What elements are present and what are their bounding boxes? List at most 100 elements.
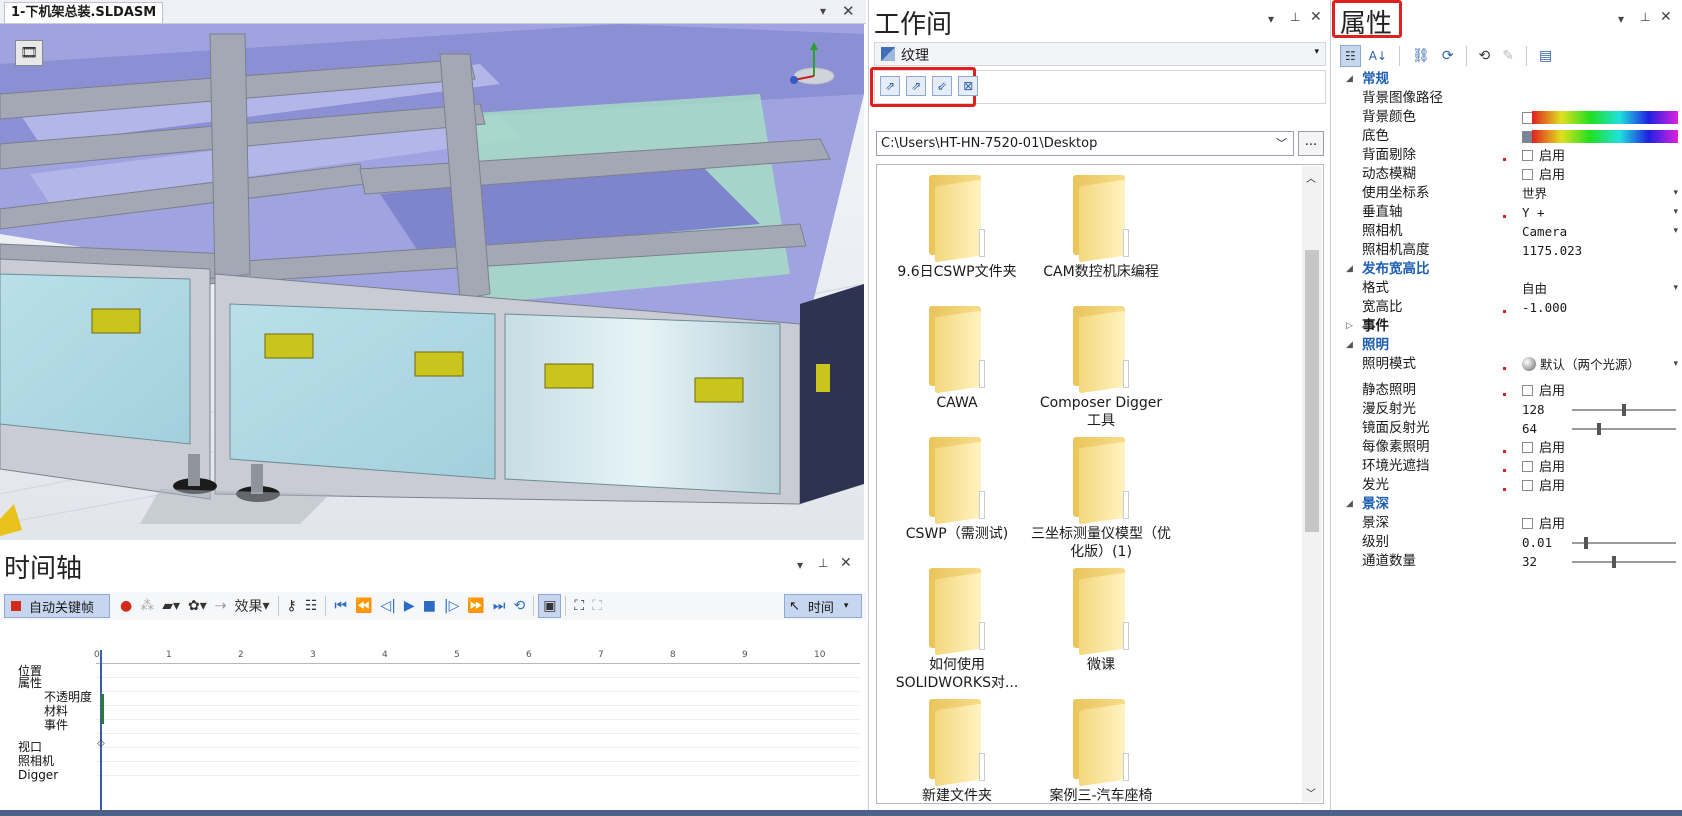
property-slider[interactable]: [1572, 537, 1676, 549]
rewind-icon[interactable]: ⏪: [351, 594, 376, 618]
slider-knob[interactable]: [1584, 537, 1588, 549]
properties-menu-icon[interactable]: ▾: [1618, 12, 1624, 26]
tools-icon[interactable]: ✿▾: [184, 594, 211, 618]
timeline-menu-icon[interactable]: ▾: [797, 558, 803, 572]
viewport-key-diamond[interactable]: ◇: [97, 738, 105, 749]
dropdown-arrow-icon[interactable]: ▾: [1673, 184, 1678, 203]
property-row[interactable]: 景深 启用: [1340, 514, 1680, 533]
property-row[interactable]: 背面剔除 启用: [1340, 146, 1680, 165]
slider-knob[interactable]: [1597, 423, 1601, 435]
property-row[interactable]: 通道数量 32: [1340, 552, 1680, 571]
effects-button[interactable]: 效果 ▾: [231, 594, 274, 618]
slider-knob[interactable]: [1622, 404, 1626, 416]
timeline-track-label[interactable]: Digger: [18, 768, 58, 782]
properties-pin-icon[interactable]: ⊥: [1640, 10, 1650, 24]
stop-icon[interactable]: ■: [419, 594, 440, 618]
timeline-ruler[interactable]: 0 1 2 3 4 5 6 7 8 9 10: [94, 650, 860, 664]
dropdown-arrow-icon[interactable]: ▾: [1673, 203, 1678, 222]
expander-icon[interactable]: ◢: [1346, 336, 1353, 355]
document-tab[interactable]: 1-下机架总装.SLDASM: [4, 2, 164, 23]
checkbox[interactable]: [1522, 480, 1533, 491]
property-value[interactable]: 启用: [1522, 381, 1565, 401]
property-row[interactable]: 级别 0.01: [1340, 533, 1680, 552]
3d-viewport[interactable]: 🎞: [0, 24, 864, 540]
property-value[interactable]: 128: [1522, 400, 1545, 419]
property-row[interactable]: 背景颜色: [1340, 108, 1680, 127]
monitor-icon[interactable]: ▣: [538, 594, 562, 618]
folder-item[interactable]: CSWP（需测试): [887, 431, 1027, 543]
property-row[interactable]: 照相机 Camera ▾: [1340, 222, 1680, 241]
timeline-track-label[interactable]: 材料: [44, 704, 68, 718]
keyframe-icon[interactable]: ●: [116, 594, 136, 618]
property-row[interactable]: 每像素照明 启用: [1340, 438, 1680, 457]
property-value[interactable]: Y +: [1522, 203, 1545, 222]
sort-az-icon[interactable]: A↓: [1365, 44, 1391, 68]
pipette-icon[interactable]: ✎: [1498, 44, 1518, 68]
fast-forward-icon[interactable]: ⏩: [463, 594, 488, 618]
property-row[interactable]: ▷ 事件: [1340, 317, 1680, 336]
step-back-icon[interactable]: ◁|: [376, 594, 399, 618]
folder-item[interactable]: 案例三-汽车座椅: [1031, 693, 1171, 803]
property-row[interactable]: 动态模糊 启用: [1340, 165, 1680, 184]
folder-path-input[interactable]: C:\Users\HT-HN-7520-01\Desktop ﹀: [876, 131, 1294, 156]
checkbox[interactable]: [1522, 442, 1533, 453]
property-row[interactable]: 镜面反射光 64: [1340, 419, 1680, 438]
folder-item[interactable]: Composer Digger 工具: [1031, 300, 1171, 430]
checkbox[interactable]: [1522, 150, 1533, 161]
checkbox[interactable]: [1522, 518, 1533, 529]
property-row[interactable]: 照明模式 默认（两个光源） ▾: [1340, 355, 1680, 374]
property-value[interactable]: 32: [1522, 552, 1537, 571]
checkbox[interactable]: [1522, 169, 1533, 180]
view-compass-icon[interactable]: [788, 40, 838, 88]
folder-item[interactable]: 如何使用SOLIDWORKS对...: [887, 562, 1027, 692]
color-spectrum[interactable]: [1532, 111, 1678, 124]
checkbox[interactable]: [1522, 461, 1533, 472]
property-row[interactable]: 垂直轴 Y + ▾: [1340, 203, 1680, 222]
texture-mapping-icon[interactable]: ⇗: [906, 76, 927, 96]
property-value[interactable]: 启用: [1522, 476, 1565, 496]
apply-texture-icon[interactable]: ⇗: [880, 76, 901, 96]
property-row[interactable]: 发光 启用: [1340, 476, 1680, 495]
refresh-link-icon[interactable]: ⟳: [1438, 44, 1458, 68]
texture-remove-icon[interactable]: ⊠: [958, 76, 979, 96]
property-value[interactable]: 启用: [1522, 438, 1565, 458]
film-icon[interactable]: 🎞: [15, 40, 43, 66]
folder-item[interactable]: 9.6日CSWP文件夹: [887, 169, 1027, 281]
zoom-select-icon[interactable]: ⛶: [588, 594, 606, 618]
effects-icon[interactable]: ⇢: [211, 594, 231, 618]
property-value[interactable]: 0.01: [1522, 533, 1552, 552]
zoom-fit-icon[interactable]: ⛶: [570, 594, 588, 618]
path-dropdown-icon[interactable]: ﹀: [1276, 132, 1287, 155]
property-slider[interactable]: [1572, 556, 1676, 568]
dropdown-arrow-icon[interactable]: ▾: [1673, 279, 1678, 298]
go-end-icon[interactable]: ⏭: [489, 594, 510, 618]
time-mode-button[interactable]: ↖ 时间 ▾: [784, 594, 862, 618]
scroll-down-icon[interactable]: ﹀: [1306, 785, 1316, 800]
property-row[interactable]: 使用坐标系 世界 ▾: [1340, 184, 1680, 203]
property-row[interactable]: 格式 自由 ▾: [1340, 279, 1680, 298]
loop-icon[interactable]: ⟲: [509, 594, 529, 618]
timeline-track-area[interactable]: [96, 664, 860, 782]
timeline-track-label[interactable]: 视口: [18, 740, 42, 754]
dropdown-arrow-icon[interactable]: ▾: [1673, 222, 1678, 241]
scroll-up-icon[interactable]: ︿: [1306, 170, 1316, 185]
property-value[interactable]: 启用: [1522, 146, 1565, 166]
folder-browser[interactable]: 9.6日CSWP文件夹 CAM数控机床编程 CAWA Composer Digger …: [876, 164, 1324, 804]
folder-item[interactable]: CAM数控机床编程: [1031, 169, 1171, 281]
property-value[interactable]: 启用: [1522, 457, 1565, 477]
dropdown-arrow-icon[interactable]: ▾: [1673, 355, 1678, 374]
expander-icon[interactable]: ▷: [1346, 317, 1353, 336]
property-row[interactable]: 环境光遮挡 启用: [1340, 457, 1680, 476]
doc-menu-icon[interactable]: ▾: [820, 4, 826, 18]
timeline-close-icon[interactable]: ✕: [840, 555, 852, 571]
workspace-menu-icon[interactable]: ▾: [1268, 12, 1274, 26]
categorized-icon[interactable]: ☷: [1340, 45, 1361, 67]
go-start-icon[interactable]: ⏮: [330, 594, 351, 618]
property-row[interactable]: 底色: [1340, 127, 1680, 146]
property-slider[interactable]: [1572, 423, 1676, 435]
expander-icon[interactable]: ◢: [1346, 495, 1353, 514]
opacity-key-marker[interactable]: [101, 694, 104, 724]
property-value[interactable]: 64: [1522, 419, 1537, 438]
color-spectrum[interactable]: [1532, 130, 1678, 143]
play-icon[interactable]: ▶: [400, 594, 419, 618]
